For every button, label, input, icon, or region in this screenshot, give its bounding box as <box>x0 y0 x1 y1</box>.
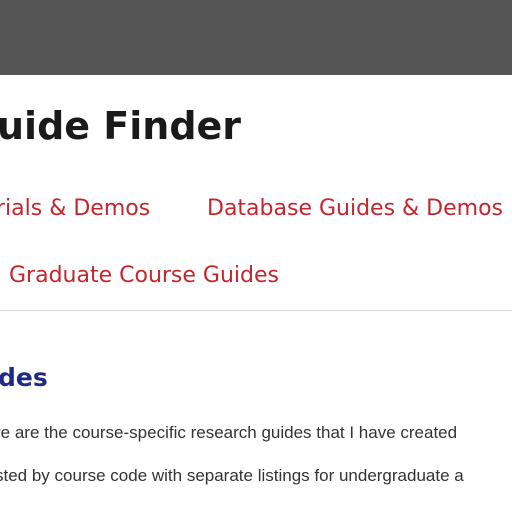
nav-link-database-guides-demos[interactable]: Database Guides & Demos <box>207 195 503 223</box>
top-banner <box>0 0 512 75</box>
nav-link-graduate-course-guides[interactable]: Graduate Course Guides <box>9 262 279 290</box>
intro-text-line-1: re are the course-specific research guid… <box>0 423 458 442</box>
nav-link-tutorials-demos[interactable]: rials & Demos <box>0 195 150 223</box>
page: uide Finder rials & Demos Database Guide… <box>0 0 512 512</box>
page-title: uide Finder <box>0 104 242 148</box>
intro-text-line-2: sted by course code with separate listin… <box>0 466 464 485</box>
section-heading: des <box>0 363 48 392</box>
section-divider <box>0 310 512 311</box>
